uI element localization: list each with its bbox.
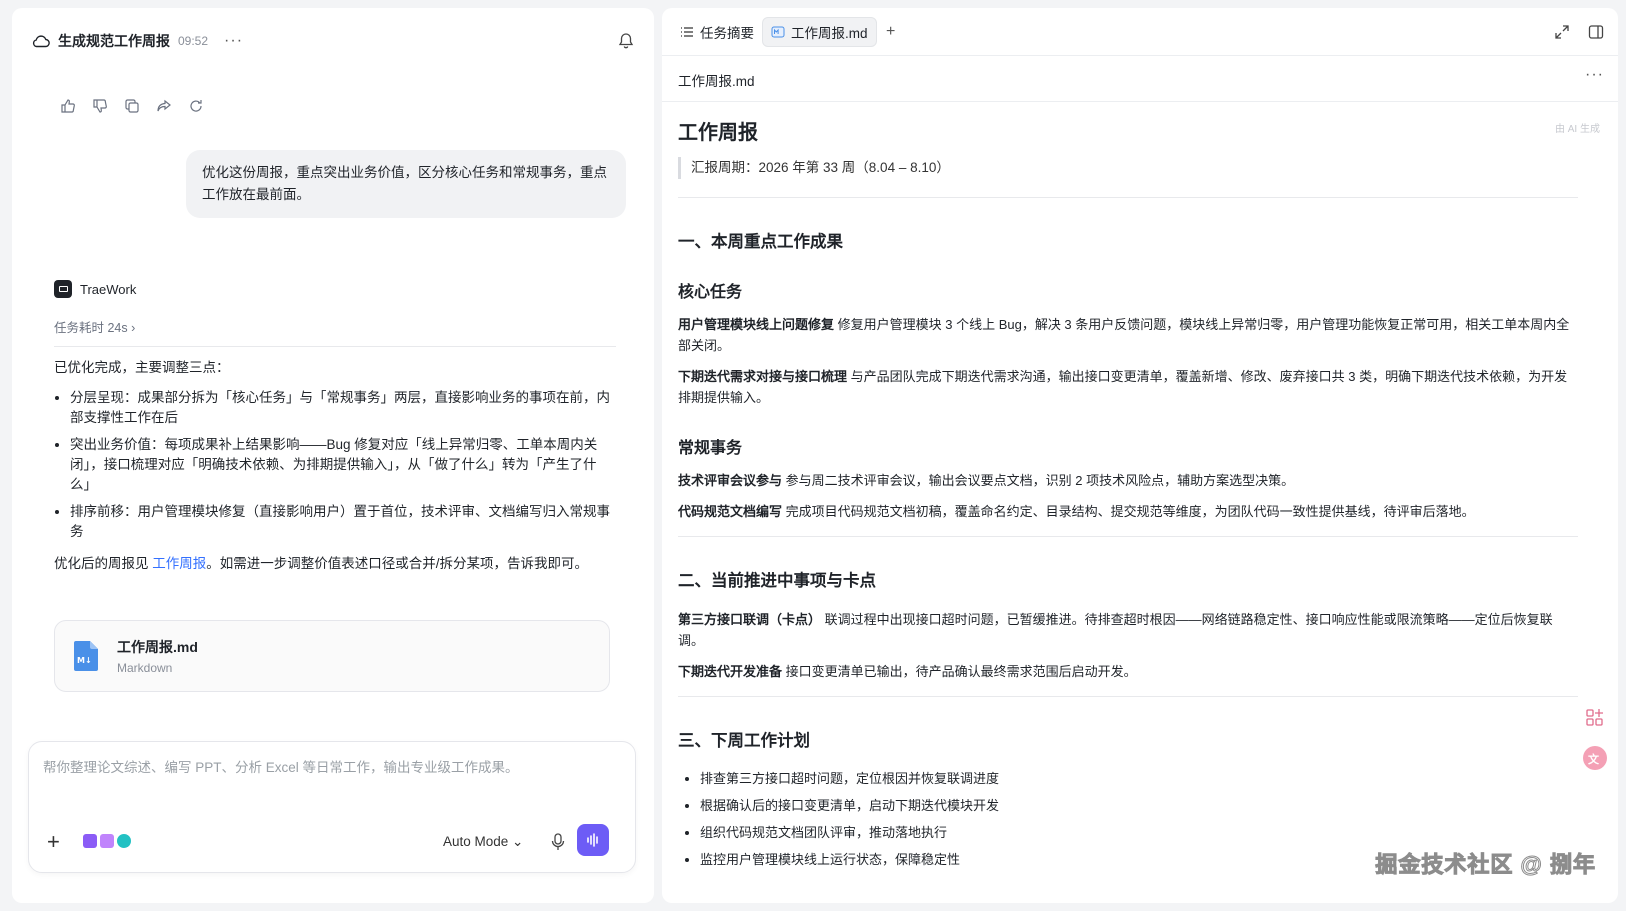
document-panel: 任务摘要 工作周报.md + 工作周报.md ··· 由 AI 生成 工作周报 … <box>662 8 1618 903</box>
waveform-icon <box>587 833 598 847</box>
apps-icon[interactable] <box>1582 705 1608 731</box>
thumbs-down-icon[interactable] <box>92 98 108 114</box>
tab-weekly-report[interactable]: 工作周报.md <box>762 17 877 47</box>
file-attachment-card[interactable]: M↓ 工作周报.md Markdown <box>54 620 610 692</box>
microphone-icon[interactable] <box>551 833 565 851</box>
item-text: 接口变更清单已输出，待产品确认最终需求范围后启动开发。 <box>782 664 1137 679</box>
outro-text: 。如需进一步调整价值表述口径或合并/拆分某项，告诉我即可。 <box>206 556 589 571</box>
divider <box>678 696 1578 697</box>
expand-icon[interactable] <box>1554 24 1570 40</box>
refresh-icon[interactable] <box>188 98 204 114</box>
file-name: 工作周报.md <box>117 639 198 655</box>
markdown-icon <box>771 26 785 38</box>
subsection-heading: 核心任务 <box>678 284 743 301</box>
bot-message: 已优化完成，主要调整三点： 分层呈现：成果部分拆为「核心任务」与「常规事务」两层… <box>54 358 610 584</box>
bot-name: TraeWork <box>80 281 137 297</box>
chart-app-icon[interactable] <box>117 834 131 848</box>
message-actions <box>60 98 204 114</box>
list-item: 根据确认后的接口变更清单，启动下期迭代模块开发 <box>700 792 1578 819</box>
list-item: 排查第三方接口超时问题，定位根因并恢复联调进度 <box>700 765 1578 792</box>
subsection-heading: 常规事务 <box>678 440 743 457</box>
bot-outro: 优化后的周报见 工作周报。如需进一步调整价值表述口径或合并/拆分某项，告诉我即可… <box>54 554 610 574</box>
chat-time: 09:52 <box>178 34 209 48</box>
traework-logo-icon <box>54 280 72 298</box>
cloud-icon <box>32 35 50 48</box>
item-text: 参与周二技术评审会议，输出会议要点文档，识别 2 项技术风险点，辅助方案选型决策… <box>782 473 1295 488</box>
message-composer: + Auto Mode ⌄ <box>28 741 636 873</box>
copy-icon[interactable] <box>124 98 140 114</box>
item-label: 代码规范文档编写 <box>678 504 783 519</box>
section-heading: 一、本周重点工作成果 <box>678 233 843 251</box>
list-item: 排序前移：用户管理模块修复（直接影响用户）置于首位，技术评审、文档编写归入常规事… <box>70 502 610 542</box>
item-label: 用户管理模块线上问题修复 <box>678 317 835 332</box>
item-label: 下期迭代开发准备 <box>678 664 783 679</box>
add-tab-button[interactable]: + <box>878 17 903 47</box>
add-attachment-button[interactable]: + <box>47 831 60 853</box>
report-period: 汇报周期：2026 年第 33 周（8.04 – 8.10） <box>678 157 1578 179</box>
item-label: 下期迭代需求对接与接口梳理 <box>678 369 848 384</box>
document-more-button[interactable]: ··· <box>1585 66 1604 84</box>
translate-icon[interactable]: 文 <box>1582 745 1608 771</box>
task-duration-toggle[interactable]: 任务耗时 24s › <box>54 317 135 336</box>
document-filename: 工作周报.md <box>678 74 755 89</box>
list-item: 组织代码规范文档团队评审，推动落地执行 <box>700 819 1578 846</box>
app-shortcuts <box>83 834 131 848</box>
divider <box>678 197 1578 198</box>
list-icon <box>681 27 693 37</box>
chat-header: 生成规范工作周报 09:52 ··· <box>32 28 634 54</box>
thumbs-up-icon[interactable] <box>60 98 76 114</box>
list-item: 突出业务价值：每项成果补上结果影响——Bug 修复对应「线上异常归零、工单本周内… <box>70 435 610 495</box>
tab-label: 任务摘要 <box>700 26 754 41</box>
bot-header: TraeWork <box>54 280 136 298</box>
paragraph: 下期迭代开发准备 接口变更清单已输出，待产品确认最终需求范围后启动开发。 <box>678 661 1578 682</box>
sidebar-toggle-icon[interactable] <box>1588 24 1604 40</box>
watermark: 掘金技术社区 @ 捌年 <box>1375 852 1596 878</box>
document-toolbar: 工作周报.md ··· <box>662 56 1618 102</box>
paragraph: 第三方接口联调（卡点） 联调过程中出现接口超时问题，已暂缓推进。待排查超时根因—… <box>678 609 1578 651</box>
divider <box>54 346 616 347</box>
tab-bar: 任务摘要 工作周报.md + <box>662 8 1618 56</box>
tab-task-summary[interactable]: 任务摘要 <box>672 17 762 47</box>
document-content: 工作周报 汇报周期：2026 年第 33 周（8.04 – 8.10） 一、本周… <box>678 116 1578 873</box>
chat-panel: 生成规范工作周报 09:52 ··· 优化这份周报，重点突出业务价值，区分核心任… <box>12 8 654 903</box>
share-icon[interactable] <box>156 98 172 114</box>
file-type: Markdown <box>117 661 173 675</box>
voice-send-button[interactable] <box>577 824 609 856</box>
paragraph: 下期迭代需求对接与接口梳理 与产品团队完成下期迭代需求沟通，输出接口变更清单，覆… <box>678 366 1578 408</box>
svg-text:文: 文 <box>1588 752 1600 766</box>
chat-title: 生成规范工作周报 <box>58 33 170 49</box>
paragraph: 技术评审会议参与 参与周二技术评审会议，输出会议要点文档，识别 2 项技术风险点… <box>678 470 1578 491</box>
item-label: 第三方接口联调（卡点） <box>678 612 822 627</box>
tab-label: 工作周报.md <box>791 26 868 41</box>
outro-text: 优化后的周报见 <box>54 556 153 571</box>
section-heading: 三、下周工作计划 <box>678 732 810 750</box>
bot-bullet-list: 分层呈现：成果部分拆为「核心任务」与「常规事务」两层，直接影响业务的事项在前，内… <box>54 388 610 542</box>
message-input[interactable] <box>43 756 623 816</box>
bell-icon[interactable] <box>618 32 634 50</box>
item-label: 技术评审会议参与 <box>678 473 783 488</box>
image-app-icon[interactable] <box>100 834 114 848</box>
svg-text:M↓: M↓ <box>77 656 92 665</box>
document-title: 工作周报 <box>678 122 758 144</box>
user-message: 优化这份周报，重点突出业务价值，区分核心任务和常规事务，重点工作放在最前面。 <box>186 150 626 218</box>
bot-intro: 已优化完成，主要调整三点： <box>54 360 230 375</box>
section-heading: 二、当前推进中事项与卡点 <box>678 572 876 590</box>
report-link[interactable]: 工作周报 <box>152 556 206 571</box>
divider <box>678 536 1578 537</box>
mode-selector[interactable]: Auto Mode ⌄ <box>443 834 523 850</box>
paragraph: 用户管理模块线上问题修复 修复用户管理模块 3 个线上 Bug，解决 3 条用户… <box>678 314 1578 356</box>
markdown-file-icon: M↓ <box>74 641 98 671</box>
more-options-button[interactable]: ··· <box>224 32 243 50</box>
video-app-icon[interactable] <box>83 834 97 848</box>
item-text: 完成项目代码规范文档初稿，覆盖命名约定、目录结构、提交规范等维度，为团队代码一致… <box>782 504 1475 519</box>
list-item: 分层呈现：成果部分拆为「核心任务」与「常规事务」两层，直接影响业务的事项在前，内… <box>70 388 610 428</box>
paragraph: 代码规范文档编写 完成项目代码规范文档初稿，覆盖命名约定、目录结构、提交规范等维… <box>678 501 1578 522</box>
